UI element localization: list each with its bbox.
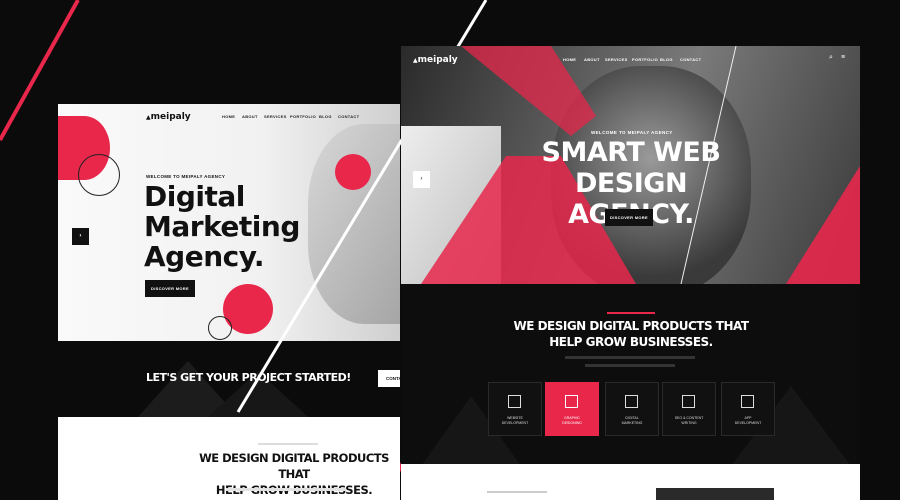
service-label: WEBSITE DEVELOPMENT [501, 416, 529, 425]
right-hero-section: ▲meipaly HOME ABOUT SERVICES PORTFOLIO B… [401, 46, 860, 284]
service-card-app-development[interactable]: APP DEVELOPMENT [721, 382, 775, 436]
service-card-graphic-designing[interactable]: GRAPHIC DESIGNING [545, 382, 599, 436]
service-label: SEO & CONTENT WRITING [674, 416, 704, 425]
nav-blog[interactable]: BLOG [660, 57, 673, 62]
monitor-design-icon [565, 395, 578, 408]
marketing-icon [625, 395, 638, 408]
dark-image-block [656, 488, 774, 500]
headline-line-1: SMART WEB [541, 137, 721, 168]
slider-arrow-button[interactable]: › [413, 171, 430, 188]
small-label-line [487, 491, 547, 493]
nav-services[interactable]: SERVICES [605, 57, 628, 62]
service-label: APP DEVELOPMENT [734, 416, 762, 425]
service-card-seo-content-writing[interactable]: SEO & CONTENT WRITING [662, 382, 716, 436]
right-logo[interactable]: ▲meipaly [413, 55, 458, 65]
services-heading-line-1: WE DESIGN DIGITAL PRODUCTS THAT [513, 319, 749, 333]
seo-icon [682, 395, 695, 408]
service-label: DIGITAL MARKETING [621, 416, 643, 425]
chevron-right-icon: › [420, 176, 423, 182]
right-lower-section [401, 464, 860, 500]
service-label: GRAPHIC DESIGNING [562, 416, 582, 425]
app-icon [741, 395, 754, 408]
nav-home[interactable]: HOME [563, 57, 576, 62]
monitor-code-icon [508, 395, 521, 408]
nav-about[interactable]: ABOUT [584, 57, 600, 62]
nav-contact[interactable]: CONTACT [680, 57, 701, 62]
service-card-website-development[interactable]: WEBSITE DEVELOPMENT [488, 382, 542, 436]
welcome-text: WELCOME TO MEIPALY AGENCY [591, 130, 673, 135]
red-label-line [607, 312, 655, 314]
menu-icon[interactable]: ≡ [841, 54, 845, 61]
discover-more-button[interactable]: DISCOVER MORE [605, 209, 653, 226]
right-website-mockup: ▲meipaly HOME ABOUT SERVICES PORTFOLIO B… [401, 46, 860, 500]
search-icon[interactable]: ⌕ [829, 54, 833, 62]
service-card-digital-marketing[interactable]: DIGITAL MARKETING [605, 382, 659, 436]
nav-portfolio[interactable]: PORTFOLIO [632, 57, 658, 62]
